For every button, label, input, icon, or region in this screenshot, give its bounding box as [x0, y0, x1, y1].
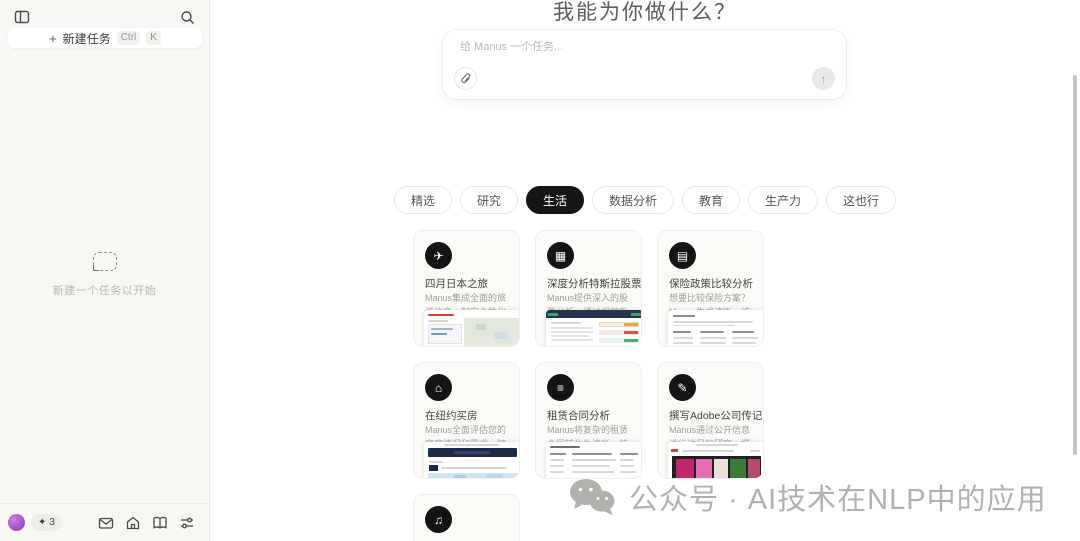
sidebar-empty-state: 新建一个任务以开始 — [0, 252, 209, 298]
credits-badge[interactable]: ✦ 3 — [31, 514, 62, 531]
tab-misc[interactable]: 这也行 — [826, 186, 897, 214]
tab-life[interactable]: 生活 — [525, 186, 584, 214]
card-preview-thumbnail — [546, 442, 641, 478]
send-arrow-icon: ↑ — [820, 71, 827, 86]
card-title: 深度分析特斯拉股票 — [547, 278, 642, 290]
plus-icon: + — [49, 30, 57, 46]
biography-pen-icon: ✎ — [669, 374, 696, 401]
new-task-button[interactable]: + 新建任务 Ctrl K — [8, 28, 202, 48]
tab-education[interactable]: 教育 — [682, 186, 741, 214]
task-input[interactable] — [460, 38, 820, 56]
house-icon: ⌂ — [425, 374, 452, 401]
card-preview-thumbnail — [668, 310, 763, 346]
sparkle-icon: ✦ — [38, 517, 47, 528]
new-task-dashed-icon — [92, 252, 117, 271]
card-lease-analysis[interactable]: ≡ 租赁合同分析 Manus将复杂的租赁合同转化为清晰、结构化的信息表，使关键条… — [535, 362, 642, 479]
card-adobe-biography[interactable]: ✎ 撰写Adobe公司传记 Manus通过公开信息进行详尽的研究，撰写Adobe… — [657, 362, 764, 479]
card-insurance-comparison[interactable]: ▤ 保险政策比较分析 想要比较保险方案？Manus生成清晰、结构化的对比表，突出… — [657, 230, 764, 347]
card-japan-trip[interactable]: ✈ 四月日本之旅 Manus集成全面的旅游信息，制定个性化的行程，并制作专为您的… — [413, 230, 520, 347]
tab-featured[interactable]: 精选 — [393, 186, 452, 214]
card-meditation-audio[interactable]: ♫ 个性化冥想音频 — [413, 494, 520, 541]
travel-icon: ✈ — [425, 242, 452, 269]
send-button[interactable]: ↑ — [812, 67, 835, 90]
credits-count: 3 — [49, 517, 55, 528]
mail-icon[interactable] — [97, 514, 115, 532]
card-tesla-stock[interactable]: ▦ 深度分析特斯拉股票 Manus提供深入的股票分析，通过视觉吸引力强的仪表盘展… — [535, 230, 642, 347]
shortcut-key-ctrl: Ctrl — [116, 31, 141, 45]
empty-state-label: 新建一个任务以开始 — [52, 285, 157, 297]
meditation-audio-icon: ♫ — [425, 506, 452, 533]
card-title: 在纽约买房 — [425, 410, 478, 422]
card-title: 保险政策比较分析 — [669, 278, 753, 290]
card-preview-thumbnail — [424, 310, 519, 346]
tab-data-analysis[interactable]: 数据分析 — [591, 186, 674, 214]
shortcut-key-k: K — [146, 31, 161, 45]
task-input-card: ↑ — [443, 30, 846, 99]
card-preview-thumbnail — [424, 442, 519, 478]
card-title: 四月日本之旅 — [425, 278, 488, 290]
contract-list-icon: ≡ — [547, 374, 574, 401]
card-title: 租赁合同分析 — [547, 410, 610, 422]
card-title: 撰写Adobe公司传记 — [669, 410, 763, 422]
tab-research[interactable]: 研究 — [459, 186, 518, 214]
sidebar-bottom-icons — [97, 514, 196, 532]
policy-doc-icon: ▤ — [669, 242, 696, 269]
new-task-label: 新建任务 — [62, 31, 111, 46]
sidebar: + 新建任务 Ctrl K 新建一个任务以开始 ✦ 3 — [0, 0, 210, 541]
scrollbar[interactable] — [1073, 75, 1077, 455]
page-title: 我能为你做什么？ — [553, 1, 737, 24]
stock-chart-icon: ▦ — [547, 242, 574, 269]
home-icon[interactable] — [124, 514, 142, 532]
sidebar-bottom-bar: ✦ 3 — [0, 503, 209, 541]
sidebar-toggle-icon[interactable] — [13, 8, 31, 26]
attachment-button[interactable] — [454, 67, 477, 90]
card-preview-thumbnail — [546, 310, 641, 346]
tab-productivity[interactable]: 生产力 — [748, 186, 819, 214]
user-avatar[interactable] — [8, 514, 25, 531]
book-icon[interactable] — [151, 514, 169, 532]
settings-sliders-icon[interactable] — [178, 514, 196, 532]
card-nyc-house[interactable]: ⌂ 在纽约买房 Manus全面评估您的家庭情况和需求，随后搜索专业房源信息，找到 — [413, 362, 520, 479]
card-preview-thumbnail — [668, 442, 763, 478]
category-tabs: 精选 研究 生活 数据分析 教育 生产力 这也行 — [210, 186, 1080, 214]
search-icon[interactable] — [178, 8, 196, 26]
use-case-card-grid: ✈ 四月日本之旅 Manus集成全面的旅游信息，制定个性化的行程，并制作专为您的… — [413, 230, 764, 541]
sidebar-top-bar — [13, 8, 196, 26]
